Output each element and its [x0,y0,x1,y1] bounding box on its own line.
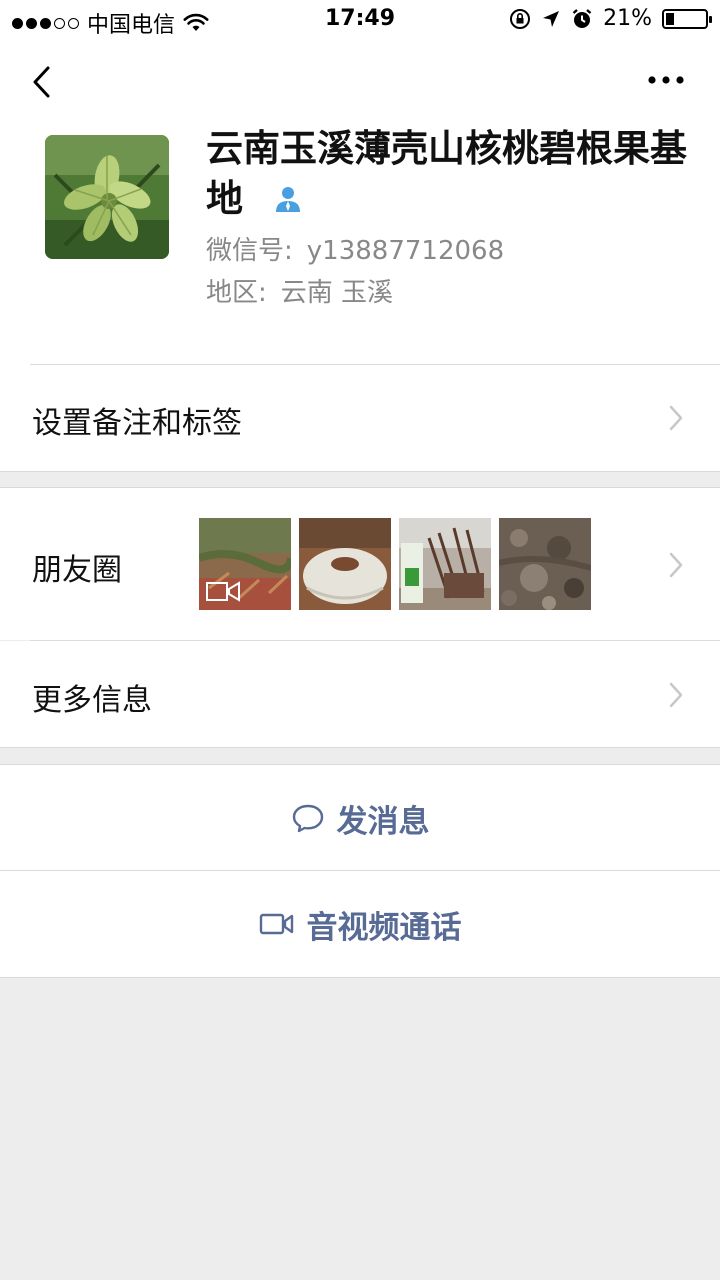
avatar[interactable] [45,135,169,259]
chevron-right-icon [669,682,683,708]
moments-thumbnail [399,518,491,610]
moments-row[interactable]: 朋友圈 [0,488,720,640]
moments-thumbnail-video [199,518,291,610]
pecan-photo [45,135,169,259]
set-remark-label: 设置备注和标签 [32,406,242,441]
alarm-icon [572,8,592,28]
section-divider [0,747,720,748]
chevron-right-icon [669,405,683,431]
battery-icon [662,8,712,29]
send-message-label: 发消息 [336,803,430,840]
video-call-label: 音视频通话 [306,909,462,946]
chevron-right-icon [669,552,683,578]
wechat-id-label: 微信号: [206,236,293,266]
rotation-lock-icon [510,8,531,29]
more-info-row[interactable]: 更多信息 [0,641,720,747]
more-options-icon[interactable] [646,70,686,90]
status-bar: 中国电信 17:49 21% [0,0,720,40]
more-info-label: 更多信息 [32,683,152,718]
send-message-button[interactable]: 发消息 [0,765,720,871]
video-call-button[interactable]: 音视频通话 [0,871,720,977]
moments-thumbnails [199,518,591,610]
moments-label: 朋友圈 [32,553,122,588]
chat-bubble-icon [292,804,323,833]
moments-thumbnail [299,518,391,610]
moments-thumbnail [499,518,591,610]
back-arrow-icon[interactable] [28,62,58,102]
wechat-id-value: y13887712068 [306,236,505,266]
region-label: 地区: [206,278,267,308]
profile-card: 云南玉溪薄壳山核桃碧根果基地 微信号: y13887712068 地区: 云南 玉溪… [0,40,720,471]
contact-name: 云南玉溪薄壳山核桃碧根果基地 [206,124,696,224]
status-right: 21% [509,6,712,31]
set-remark-row[interactable]: 设置备注和标签 [0,365,720,470]
section-divider [0,977,720,978]
section-divider [0,471,720,472]
person-verified-icon [276,187,300,212]
region-line: 地区: 云南 玉溪 [206,272,393,309]
location-arrow-icon [543,10,560,27]
contact-profile-screen: 中国电信 17:49 21% 云南玉溪薄壳山核桃碧根果基地 微信号: y1388… [0,0,720,1280]
wechat-id-line: 微信号: y13887712068 [206,230,504,267]
video-camera-icon [259,913,293,935]
battery-percent: 21% [603,6,652,31]
region-value: 云南 玉溪 [280,278,394,308]
